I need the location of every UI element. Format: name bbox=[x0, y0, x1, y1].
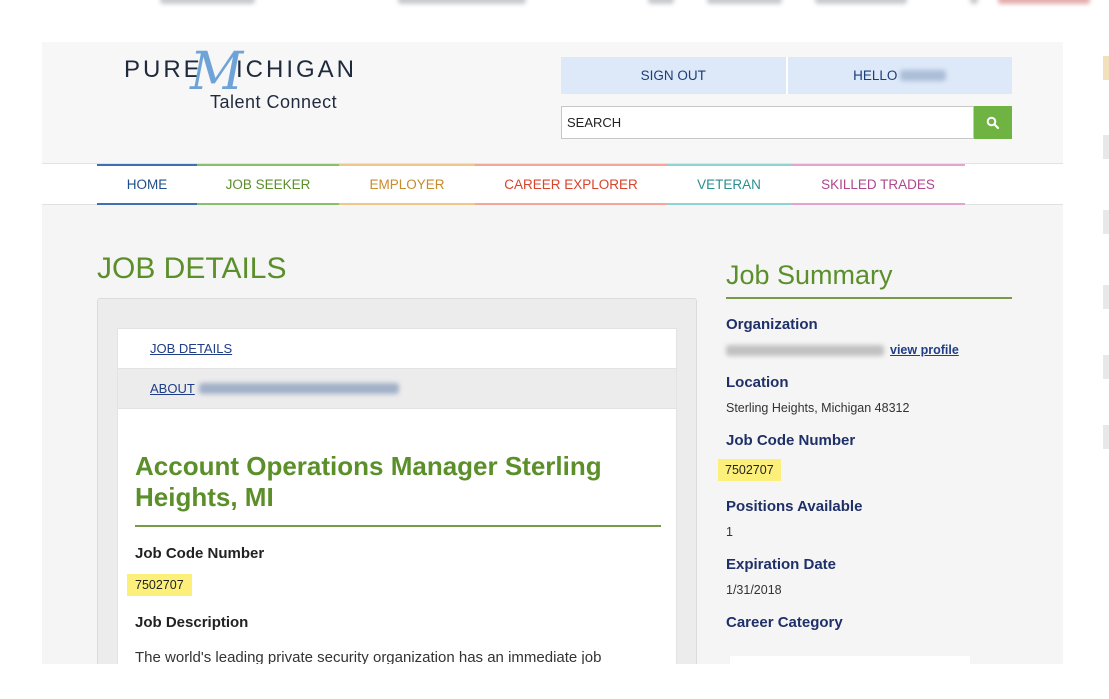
job-details-card: JOB DETAILS ABOUT Account Operations Man… bbox=[117, 328, 677, 664]
location-value: Sterling Heights, Michigan 48312 bbox=[726, 401, 910, 415]
logo-tagline: Talent Connect bbox=[210, 92, 338, 112]
career-category-value-box bbox=[730, 656, 970, 664]
edge-artifact bbox=[1103, 135, 1109, 159]
job-summary: Job Summary Organization view profile Lo… bbox=[718, 260, 1012, 664]
job-code-value: 7502707 bbox=[127, 574, 192, 596]
edge-artifact bbox=[1103, 210, 1109, 234]
hello-label: HELLO bbox=[853, 68, 898, 83]
nav-skilled-trades[interactable]: SKILLED TRADES bbox=[791, 164, 965, 205]
job-description-text: The world's leading private security org… bbox=[135, 649, 602, 664]
tab-about-label: ABOUT bbox=[150, 381, 195, 396]
job-description-label: Job Description bbox=[135, 614, 249, 631]
edge-artifact bbox=[1103, 355, 1109, 379]
edge-artifact bbox=[1103, 425, 1109, 449]
career-category-label: Career Category bbox=[726, 614, 843, 631]
account-bar: SIGN OUT HELLO bbox=[561, 57, 1012, 94]
site-header: PURE M ICHIGAN Talent Connect SIGN OUT H… bbox=[42, 42, 1063, 164]
nav-career-explorer-label: CAREER EXPLORER bbox=[504, 177, 638, 192]
job-code-label: Job Code Number bbox=[135, 545, 265, 562]
nav-job-seeker[interactable]: JOB SEEKER bbox=[197, 164, 339, 205]
summary-job-code-value: 7502707 bbox=[718, 459, 781, 481]
organization-label: Organization bbox=[726, 316, 818, 333]
tab-job-details[interactable]: JOB DETAILS bbox=[118, 329, 676, 369]
nav-home[interactable]: HOME bbox=[97, 164, 197, 205]
nav-employer-label: EMPLOYER bbox=[369, 177, 445, 192]
expiration-value: 1/31/2018 bbox=[726, 583, 782, 597]
organization-row: view profile bbox=[726, 343, 1012, 357]
pure-michigan-logo[interactable]: PURE M ICHIGAN Talent Connect bbox=[124, 42, 364, 118]
nav-veteran-label: VETERAN bbox=[697, 177, 761, 192]
positions-label: Positions Available bbox=[726, 498, 863, 515]
nav-job-seeker-label: JOB SEEKER bbox=[225, 177, 311, 192]
edge-artifact bbox=[1103, 56, 1109, 80]
location-label: Location bbox=[726, 374, 789, 391]
logo-word-ichigan: ICHIGAN bbox=[236, 56, 358, 83]
job-details-panel: JOB DETAILS ABOUT Account Operations Man… bbox=[97, 298, 697, 664]
main-nav: HOME JOB SEEKER EMPLOYER CAREER EXPLORER… bbox=[42, 164, 1063, 205]
nav-home-label: HOME bbox=[126, 177, 168, 192]
redacted-company-name bbox=[198, 383, 399, 394]
sign-out-button[interactable]: SIGN OUT bbox=[561, 57, 786, 94]
edge-artifact bbox=[1103, 285, 1109, 309]
positions-value: 1 bbox=[726, 525, 733, 539]
search-button[interactable] bbox=[974, 106, 1012, 139]
summary-job-code-label: Job Code Number bbox=[726, 432, 856, 449]
user-greeting[interactable]: HELLO bbox=[785, 57, 1012, 94]
nav-career-explorer[interactable]: CAREER EXPLORER bbox=[475, 164, 667, 205]
sign-out-label: SIGN OUT bbox=[640, 68, 706, 83]
page: PURE M ICHIGAN Talent Connect SIGN OUT H… bbox=[42, 42, 1063, 664]
redacted-organization-name bbox=[726, 345, 884, 357]
job-summary-title: Job Summary bbox=[726, 260, 1012, 299]
tab-job-details-label: JOB DETAILS bbox=[150, 341, 233, 356]
redacted-username bbox=[900, 70, 947, 81]
search-icon bbox=[986, 116, 1000, 129]
nav-skilled-trades-label: SKILLED TRADES bbox=[821, 177, 935, 192]
page-title: JOB DETAILS bbox=[97, 252, 287, 285]
search-input[interactable] bbox=[561, 106, 974, 139]
expiration-label: Expiration Date bbox=[726, 556, 837, 573]
view-profile-link[interactable]: view profile bbox=[890, 343, 959, 357]
nav-veteran[interactable]: VETERAN bbox=[667, 164, 791, 205]
cropped-top-strip bbox=[0, 0, 1109, 12]
job-title: Account Operations Manager Sterling Heig… bbox=[135, 451, 661, 527]
tab-about-company[interactable]: ABOUT bbox=[118, 369, 676, 409]
nav-employer[interactable]: EMPLOYER bbox=[339, 164, 475, 205]
